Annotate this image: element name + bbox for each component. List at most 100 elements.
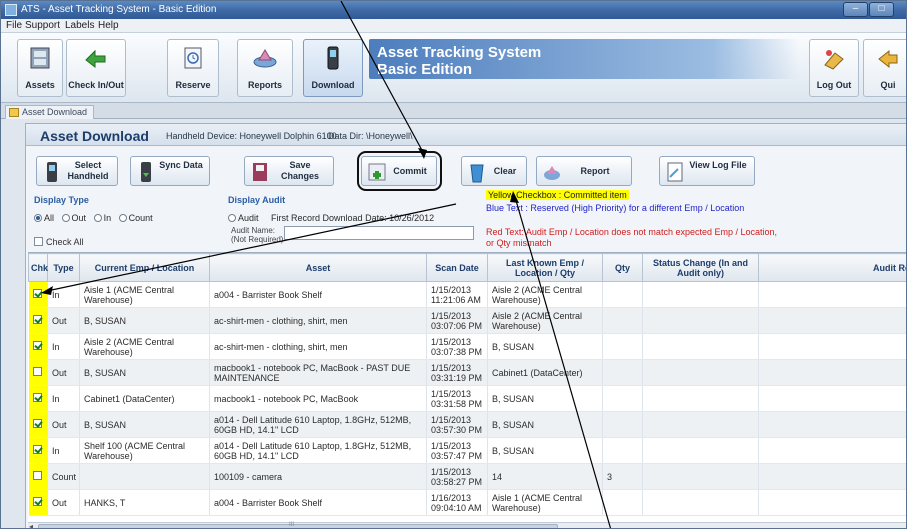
clear-button[interactable]: Clear <box>461 156 527 186</box>
row-checkbox-cell[interactable] <box>28 385 48 412</box>
log-out-icon <box>824 50 844 70</box>
assets-button[interactable]: Assets <box>17 39 63 97</box>
tab-label: Asset Download <box>22 107 88 117</box>
assets-icon <box>30 47 50 69</box>
display-type-label: Display Type <box>34 195 89 205</box>
row-checkbox[interactable] <box>33 497 43 506</box>
col-last-known[interactable]: Last Known Emp / Location / Qty <box>487 253 603 282</box>
row-checkbox-cell[interactable] <box>28 463 48 490</box>
select-handheld-button[interactable]: Select Handheld <box>36 156 118 186</box>
cell-type: In <box>47 333 80 360</box>
row-checkbox[interactable] <box>33 393 43 402</box>
col-audit-result[interactable]: Audit Result <box>758 253 906 282</box>
check-all[interactable]: Check All <box>34 237 84 247</box>
radio-out[interactable]: Out <box>61 213 87 223</box>
row-checkbox[interactable] <box>33 445 43 454</box>
col-current-emp-location[interactable]: Current Emp / Location <box>79 253 210 282</box>
download-button[interactable]: Download <box>303 39 363 97</box>
row-checkbox[interactable] <box>33 341 43 350</box>
table-row[interactable]: Out B, SUSAN macbook1 - notebook PC, MacBo… <box>28 359 906 386</box>
report-button[interactable]: Report <box>536 156 632 186</box>
audit-row: Audit First Record Download Date: 10/26/… <box>228 213 434 223</box>
menu-support[interactable]: Support <box>25 20 60 31</box>
row-checkbox[interactable] <box>33 315 43 324</box>
row-checkbox-cell[interactable] <box>28 489 48 516</box>
row-checkbox-cell[interactable] <box>28 307 48 334</box>
check-in-out-label: Check In/Out <box>68 80 124 90</box>
radio-all[interactable]: All <box>34 213 54 223</box>
sync-data-button[interactable]: Sync Data <box>130 156 210 186</box>
row-checkbox-cell[interactable] <box>28 437 48 464</box>
radio-audit[interactable]: Audit <box>228 213 259 223</box>
table-row[interactable]: In Aisle 2 (ACME Central Warehouse) ac-shi… <box>28 333 906 360</box>
radio-out-label: Out <box>71 213 87 223</box>
cell-scan-date: 1/15/2013 03:07:06 PM <box>426 307 488 334</box>
table-row[interactable]: In Aisle 1 (ACME Central Warehouse) a004 -… <box>28 281 906 308</box>
cell-asset: a014 - Dell Latitude 610 Laptop, 1.8GHz,… <box>209 411 427 438</box>
minimize-button[interactable]: – <box>843 2 868 17</box>
radio-count[interactable]: Count <box>118 213 153 223</box>
commit-highlight-outline <box>357 151 442 191</box>
col-scan-date[interactable]: Scan Date <box>426 253 488 282</box>
table-row[interactable]: Out HANKS, Ta004 - Barrister Book Shelf 1/… <box>28 489 906 516</box>
horizontal-scrollbar[interactable]: ◂ III <box>28 522 906 528</box>
cell-asset: macbook1 - notebook PC, MacBook <box>209 385 427 412</box>
table-row[interactable]: Out B, SUSAN a014 - Dell Latitude 610 Lapt… <box>28 411 906 438</box>
menu-help[interactable]: Help <box>98 20 119 31</box>
cell-status-change <box>642 385 759 412</box>
trash-icon <box>470 164 484 183</box>
tab-asset-download[interactable]: Asset Download <box>5 105 95 119</box>
row-checkbox[interactable] <box>33 289 43 298</box>
radio-all-label: All <box>44 213 55 223</box>
row-checkbox-cell[interactable] <box>28 411 48 438</box>
minimize-icon: – <box>852 3 859 14</box>
audit-name-input[interactable] <box>284 226 474 240</box>
table-row[interactable]: In Cabinet1 (DataCenter) macbook1 - notebo… <box>28 385 906 412</box>
cell-audit-result <box>758 463 906 490</box>
view-log-file-button[interactable]: View Log File <box>659 156 755 186</box>
table-body: In Aisle 1 (ACME Central Warehouse) a004 -… <box>28 281 906 516</box>
col-type[interactable]: Type <box>47 253 80 282</box>
table-row[interactable]: Count 100109 - camera 1/15/2013 03:58:27 P… <box>28 463 906 490</box>
radio-in-icon <box>93 214 102 222</box>
row-checkbox[interactable] <box>33 419 43 428</box>
row-checkbox-cell[interactable] <box>28 281 48 308</box>
reserve-button[interactable]: Reserve <box>167 39 219 97</box>
radio-in[interactable]: In <box>93 213 111 223</box>
cell-last-known: B, SUSAN <box>487 411 603 438</box>
row-checkbox[interactable] <box>33 471 43 480</box>
menu-file[interactable]: File <box>6 20 22 31</box>
save-changes-button[interactable]: Save Changes <box>244 156 334 186</box>
table-row[interactable]: Out B, SUSAN ac-shirt-men - clothing, shir… <box>28 307 906 334</box>
reserve-icon <box>184 47 202 69</box>
quit-button[interactable]: Qui <box>863 39 906 97</box>
check-in-out-button[interactable]: Check In/Out <box>66 39 126 97</box>
row-checkbox-cell[interactable] <box>28 359 48 386</box>
cell-audit-result <box>758 281 906 308</box>
reports-button[interactable]: Reports <box>237 39 293 97</box>
log-out-button[interactable]: Log Out <box>809 39 859 97</box>
row-checkbox[interactable] <box>33 367 43 376</box>
cell-audit-result <box>758 359 906 386</box>
cell-audit-result <box>758 411 906 438</box>
asset-download-panel: Asset Download Handheld Device: Honeywel… <box>25 123 906 528</box>
col-asset[interactable]: Asset <box>209 253 427 282</box>
cell-type: Out <box>47 411 80 438</box>
cell-type: In <box>47 385 80 412</box>
save-changes-label: Save Changes <box>280 160 319 181</box>
col-status-change[interactable]: Status Change (In and Audit only) <box>642 253 759 282</box>
table-row[interactable]: In Shelf 100 (ACME Central Warehouse) a014… <box>28 437 906 464</box>
col-chk[interactable]: Chk <box>28 253 48 282</box>
cell-asset: a004 - Barrister Book Shelf <box>209 281 427 308</box>
menu-labels[interactable]: Labels <box>65 20 94 31</box>
maximize-button[interactable]: □ <box>869 2 894 17</box>
cell-current-emp: Shelf 100 (ACME Central Warehouse) <box>79 437 210 464</box>
legend-red: Red Text: Audit Emp / Location does not … <box>486 227 778 248</box>
cell-qty: 3 <box>602 463 643 490</box>
col-qty[interactable]: Qty <box>602 253 643 282</box>
scrollbar-thumb[interactable]: III <box>38 522 558 528</box>
row-checkbox-cell[interactable] <box>28 333 48 360</box>
scroll-left-icon[interactable]: ◂ <box>29 522 33 528</box>
quit-icon <box>878 49 898 69</box>
cell-current-emp: Aisle 2 (ACME Central Warehouse) <box>79 333 210 360</box>
